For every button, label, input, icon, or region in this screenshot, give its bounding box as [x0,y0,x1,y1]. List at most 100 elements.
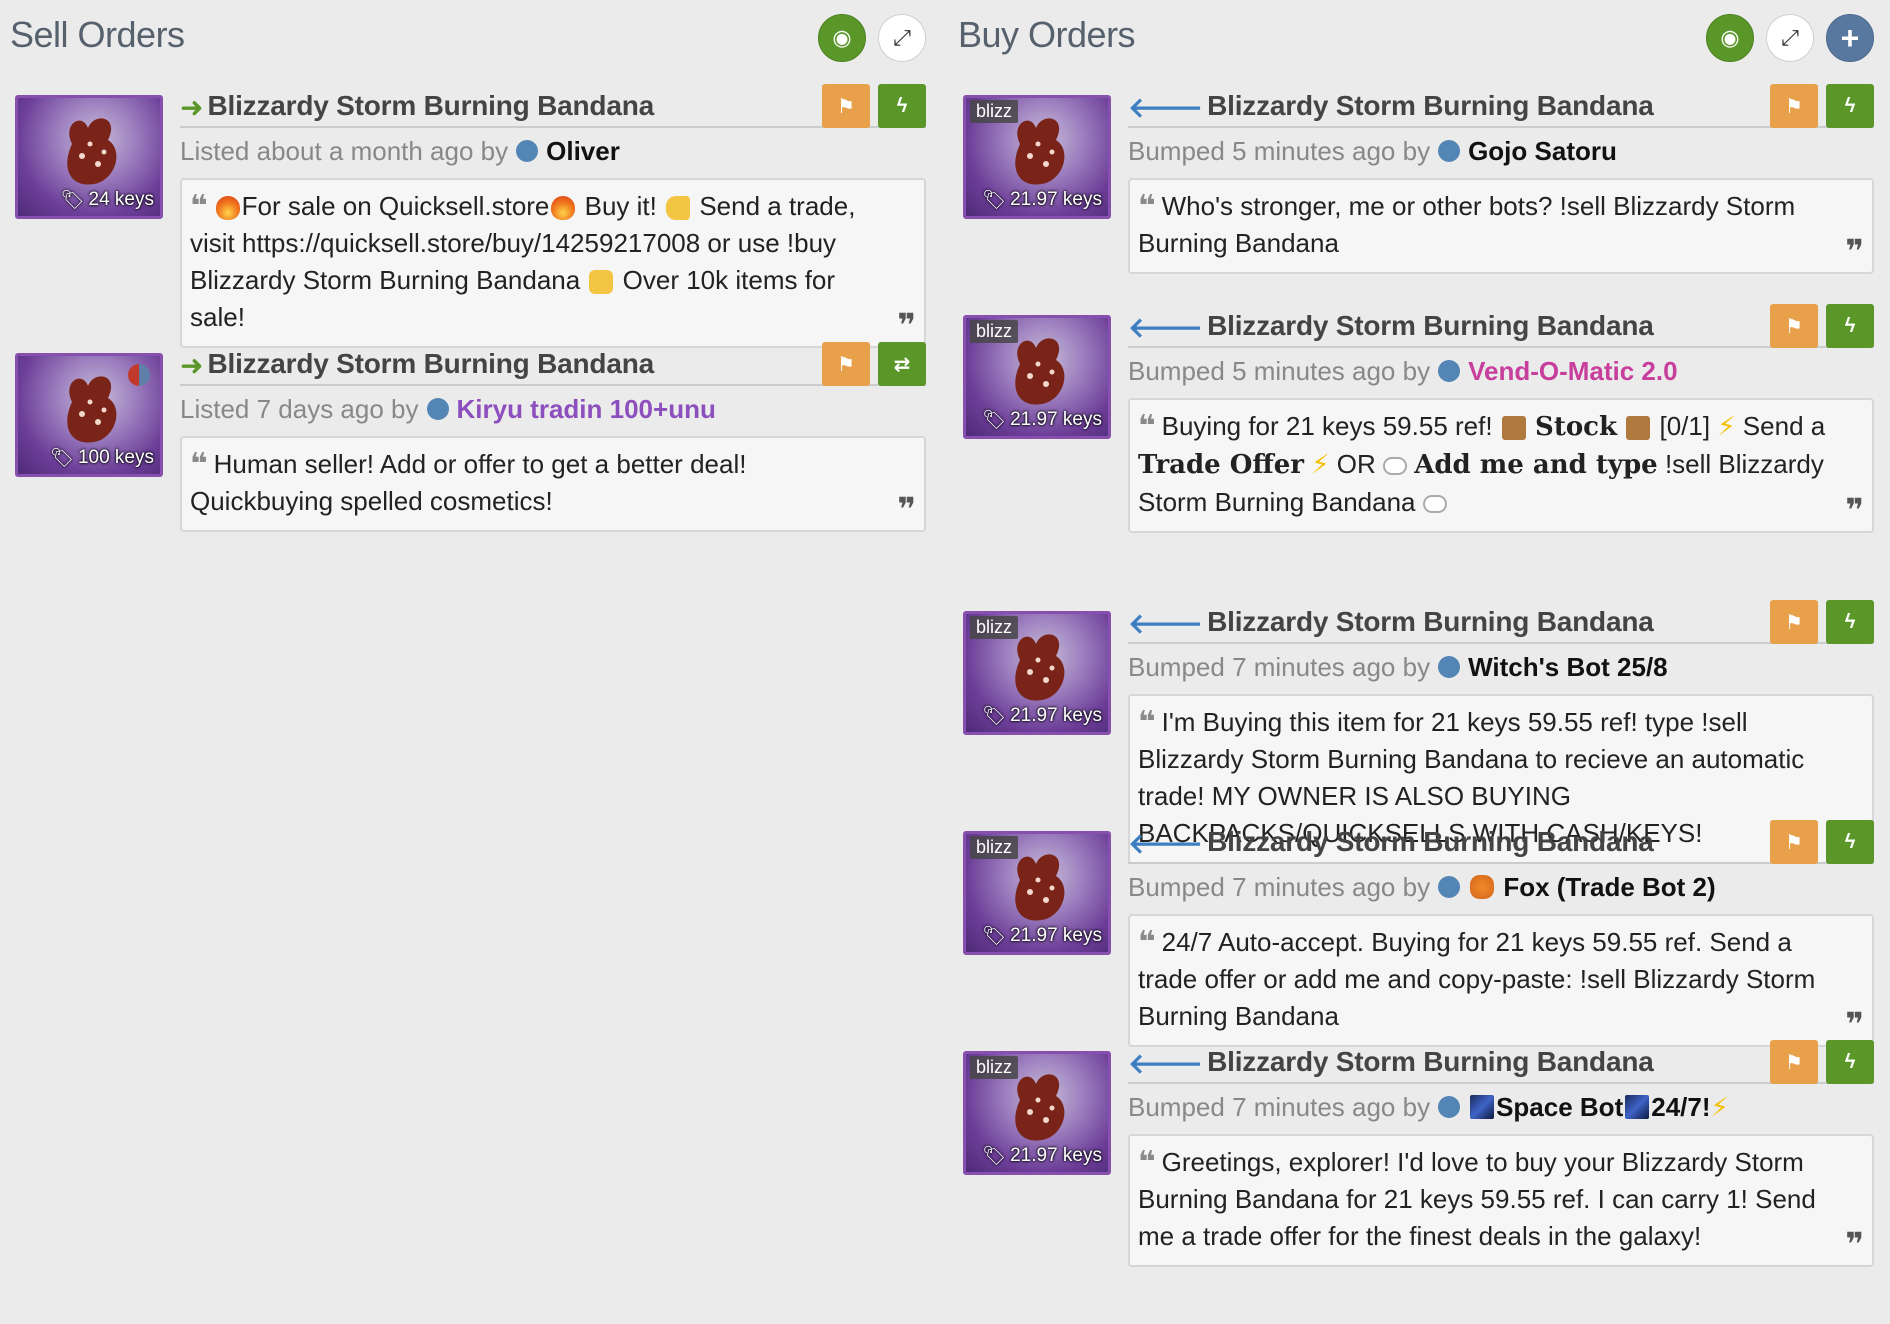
user-link[interactable]: Gojo Satoru [1468,136,1617,167]
arrow-right-icon: ➜ [180,350,204,381]
expand-sell-orders-button[interactable]: ⤢ [878,14,926,62]
user-link[interactable]: Space Bot [1496,1092,1623,1123]
expand-icon: ⤢ [893,25,911,50]
sell-orders-header: Sell Orders ◉ ⤢ [10,0,926,84]
comment-bold-text: Trade Offer [1138,450,1305,480]
report-button[interactable]: ⚑ [822,84,870,128]
item-thumbnail[interactable]: 🏷 100 keys [15,353,163,477]
buy-order: blizz 🏷 21.97 keys 🡐 Blizzardy Storm Burn… [958,84,1874,304]
user-link[interactable]: Fox (Trade Bot 2) [1503,872,1715,903]
listing-status: Bumped 7 minutes ago by [1128,651,1431,682]
comment-text: Who's stronger, me or other bots? !sell … [1138,191,1796,258]
buy-order: blizz 🏷 21.97 keys 🡐 Blizzardy Storm Burn… [958,600,1874,864]
item-name[interactable]: Blizzardy Storm Burning Bandana [1207,310,1654,342]
item-thumbnail[interactable]: blizz 🏷 21.97 keys [963,611,1111,735]
arrow-right-icon: ➜ [180,92,204,123]
buy-order: blizz 🏷 21.97 keys 🡐 Blizzardy Storm Burn… [958,820,1874,1047]
item-price: 21.97 keys [1010,409,1102,430]
add-buy-order-button[interactable]: + [1826,14,1874,62]
quote-close-icon: ❞ [1845,492,1864,528]
user-link[interactable]: Witch's Bot 25/8 [1468,652,1668,683]
trade-offer-button[interactable]: ⇄ [878,342,926,386]
item-name[interactable]: Blizzardy Storm Burning Bandana [207,348,654,380]
item-price: 21.97 keys [1010,925,1102,946]
speech-bubble-emoji-icon [1382,457,1407,476]
user-link[interactable]: Vend-O-Matic 2.0 [1468,356,1678,387]
buy-orders-header: Buy Orders ◉ ⤢ + [958,0,1874,84]
instant-sell-button[interactable]: ϟ [1826,820,1874,864]
price-tag-icon: 🏷 [981,1146,1007,1167]
instant-sell-button[interactable]: ϟ [1826,84,1874,128]
instant-sell-button[interactable]: ϟ [1826,600,1874,644]
item-name[interactable]: Blizzardy Storm Burning Bandana [1207,90,1654,122]
flag-icon: ⚑ [1785,831,1803,854]
item-thumbnail[interactable]: blizz 🏷 21.97 keys [963,1051,1111,1175]
report-button[interactable]: ⚑ [1770,304,1818,348]
item-price: 24 keys [88,189,154,210]
arrow-left-icon: 🡐 [1128,1048,1204,1079]
paint-indicator-icon [128,364,150,386]
hide-buy-orders-button[interactable]: ◉ [1706,14,1754,62]
user-status-dot [1438,1096,1461,1118]
effect-badge: blizz [970,320,1019,343]
lightning-emoji-icon: ⚡ [1311,449,1330,479]
item-price: 21.97 keys [1010,1145,1102,1166]
report-button[interactable]: ⚑ [822,342,870,386]
flag-icon: ⚑ [837,95,855,118]
report-button[interactable]: ⚑ [1770,600,1818,644]
comment-text: For sale on Quicksell.store [241,191,550,221]
package-emoji-icon [1501,416,1526,441]
buy-order: blizz 🏷 21.97 keys 🡐 Blizzardy Storm Burn… [958,304,1874,600]
instant-sell-button[interactable]: ϟ [1826,1040,1874,1084]
user-link[interactable]: Oliver [546,136,620,167]
galaxy-emoji-icon [1625,1095,1650,1119]
user-link-suffix[interactable]: 24/7! [1651,1092,1710,1123]
report-button[interactable]: ⚑ [1770,1040,1818,1084]
item-name[interactable]: Blizzardy Storm Burning Bandana [1207,826,1654,858]
item-thumbnail[interactable]: blizz 🏷 21.97 keys [963,315,1111,439]
quote-close-icon: ❞ [1845,1006,1864,1042]
price-tag-icon: 🏷 [60,190,85,211]
effect-badge: blizz [970,1056,1019,1079]
instant-sell-button[interactable]: ϟ [1826,304,1874,348]
eye-slash-icon: ◉ [1720,25,1740,50]
user-link[interactable]: Kiryu tradin 100+unu [457,394,716,425]
plus-icon: + [1840,19,1860,56]
item-price: 21.97 keys [1010,705,1102,726]
item-name[interactable]: Blizzardy Storm Burning Bandana [1207,606,1654,638]
package-emoji-icon [1626,416,1651,441]
listing-comment: ❝ Who's stronger, me or other bots? !sell… [1128,178,1874,274]
item-thumbnail[interactable]: blizz 🏷 21.97 keys [963,831,1111,955]
report-button[interactable]: ⚑ [1770,84,1818,128]
price-tag-icon: 🏷 [981,926,1007,947]
fox-emoji-icon [1470,875,1495,899]
quote-close-icon: ❞ [1845,233,1864,269]
sell-orders-column: Sell Orders ◉ ⤢ 🏷 24 keys ➜ Blizzardy Sto… [10,0,926,600]
listing-comment: ❝ For sale on Quicksell.store Buy it! Sen… [180,178,926,348]
flag-icon: ⚑ [1785,95,1803,118]
price-tag-icon: 🏷 [49,448,74,469]
hide-sell-orders-button[interactable]: ◉ [818,14,866,62]
bolt-icon: ϟ [896,94,908,117]
comment-text: OR [1329,449,1383,479]
listing-status: Bumped 5 minutes ago by [1128,135,1431,166]
instant-buy-button[interactable]: ϟ [878,84,926,128]
item-name[interactable]: Blizzardy Storm Burning Bandana [1207,1046,1654,1078]
expand-icon: ⤢ [1781,25,1799,50]
price-tag-icon: 🏷 [981,190,1007,211]
item-name[interactable]: Blizzardy Storm Burning Bandana [207,90,654,122]
flag-icon: ⚑ [1785,1051,1803,1074]
item-thumbnail[interactable]: 🏷 24 keys [15,95,163,219]
user-status-dot [1438,140,1461,162]
sell-order: 🏷 100 keys ➜ Blizzardy Storm Burning Band… [10,342,926,600]
item-thumbnail[interactable]: blizz 🏷 21.97 keys [963,95,1111,219]
report-button[interactable]: ⚑ [1770,820,1818,864]
expand-buy-orders-button[interactable]: ⤢ [1766,14,1814,62]
arrow-left-icon: 🡐 [1128,92,1204,123]
fire-emoji-icon [551,196,576,221]
listing-status: Bumped 7 minutes ago by [1128,1091,1431,1122]
quote-open-icon: ❝ [1138,190,1156,223]
thumbs-up-emoji-icon [589,270,614,295]
quote-close-icon: ❞ [897,491,916,527]
listing-comment: ❝ Buying for 21 keys 59.55 ref! Stock [0/… [1128,398,1874,533]
